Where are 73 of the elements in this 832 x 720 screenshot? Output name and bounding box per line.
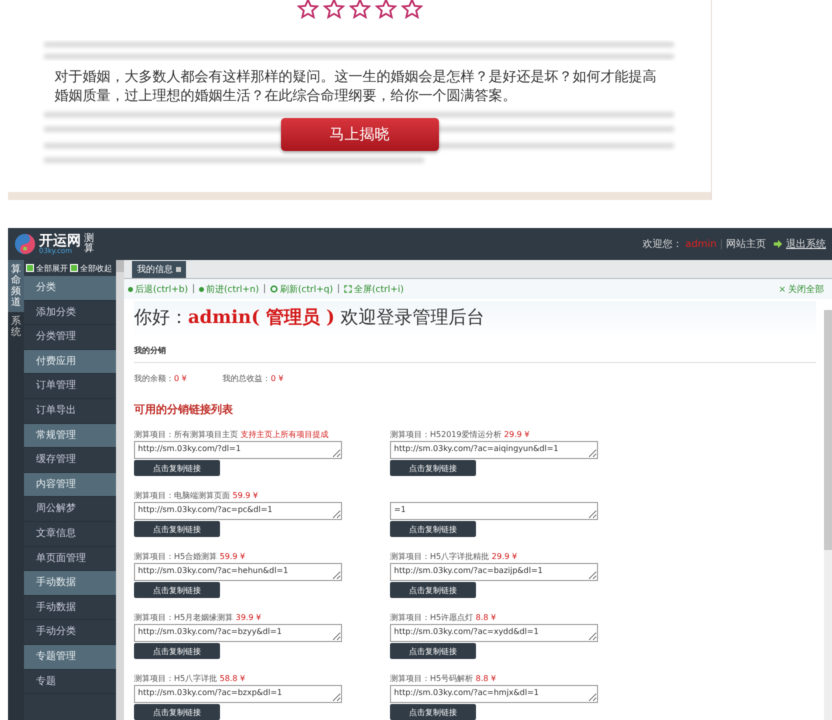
scrollbar[interactable]: [824, 310, 832, 720]
separator-text: |: [336, 284, 340, 294]
copy-link-button[interactable]: 点击复制链接: [134, 704, 220, 720]
back-button[interactable]: 后退(ctrl+b): [128, 282, 188, 296]
menu-group-header[interactable]: 常规管理: [24, 424, 116, 448]
stat-text: 我的总收益：0 ¥: [222, 373, 284, 384]
separator-text: |: [720, 238, 723, 250]
logo-name: 开运网: [39, 234, 81, 248]
menu-group-header[interactable]: 内容管理: [24, 472, 116, 498]
link-field[interactable]: http://sm.03ky.com/?ac=bazijp&dl=1: [390, 563, 598, 581]
swirl-logo-icon: [14, 233, 36, 255]
list-title: 可用的分销链接列表: [134, 402, 234, 418]
menu-group-header[interactable]: 付费应用: [24, 350, 116, 374]
copy-link-button[interactable]: 点击复制链接: [390, 460, 476, 476]
copy-link-button[interactable]: 点击复制链接: [134, 521, 220, 537]
link-field[interactable]: http://sm.03ky.com/?ac=xydd&dl=1: [390, 624, 598, 642]
expand-icon: [26, 264, 34, 272]
circle-icon: [270, 285, 278, 293]
separator-text: |: [192, 284, 196, 294]
copy-link-button[interactable]: 点击复制链接: [390, 582, 476, 598]
project-label: 测算项目：H52019爱情运分析 29.9 ¥: [390, 429, 530, 441]
star-icon: [374, 0, 396, 20]
reveal-button[interactable]: 马上揭晓: [280, 118, 438, 151]
logout-link[interactable]: 退出系统: [786, 237, 826, 251]
copy-link-button[interactable]: 点击复制链接: [390, 643, 476, 659]
project-label: 测算项目：H5许愿点灯 8.8 ¥: [390, 612, 498, 624]
description-text: 对于婚姻，大多数人都会有这样那样的疑问。这一生的婚姻会是怎样？是好还是坏？如何才能提高婚姻质量，过上理想的婚姻生活？在此综合命理纲要，给你一个圆满答案。: [54, 68, 658, 106]
menu-group-header[interactable]: 专题管理: [24, 644, 116, 670]
arrow-icon: [773, 239, 783, 249]
copy-link-button[interactable]: 点击复制链接: [134, 582, 220, 598]
fullscreen-button[interactable]: 全屏(ctrl+i): [344, 282, 404, 296]
star-icon: [322, 0, 344, 20]
expand-all-link[interactable]: 全部展开: [36, 262, 68, 274]
project-label: 测算项目：H5八字详批 58.8 ¥: [134, 673, 246, 685]
link-field[interactable]: http://sm.03ky.com/?ac=bzxp&dl=1: [134, 685, 342, 703]
refresh-button[interactable]: 刷新(ctrl+q): [270, 282, 333, 296]
copy-link-button[interactable]: 点击复制链接: [390, 521, 476, 537]
copy-link-button[interactable]: 点击复制链接: [134, 460, 220, 476]
project-label: 测算项目：H5合婚测算 59.9 ¥: [134, 551, 246, 563]
link-field[interactable]: =1: [390, 502, 598, 520]
collapse-icon: [70, 264, 78, 272]
link-field[interactable]: http://sm.03ky.com/?ac=pc&dl=1: [134, 502, 342, 520]
fullscreen-icon: [344, 285, 352, 293]
separator-text: |: [262, 284, 266, 294]
channel-tab[interactable]: 系统: [8, 312, 24, 342]
close-all-button[interactable]: × 关闭全部: [778, 282, 824, 296]
copy-link-button[interactable]: 点击复制链接: [134, 643, 220, 659]
project-label: 测算项目：所有测算项目主页 支持主页上所有项目提成: [134, 429, 330, 441]
welcome-text: 欢迎您：: [642, 238, 682, 251]
menu-group-header[interactable]: 手动数据: [24, 571, 116, 596]
link-field[interactable]: http://sm.03ky.com/?ac=hehun&dl=1: [134, 563, 342, 581]
project-label: 测算项目：H5八字详批精批 29.9 ¥: [390, 551, 518, 563]
menu-group-header[interactable]: 分类: [24, 276, 116, 301]
copy-link-button[interactable]: 点击复制链接: [390, 704, 476, 720]
project-label: 测算项目：电脑端测算页面 59.9 ¥: [134, 490, 259, 502]
channel-tab[interactable]: 算命频道: [8, 260, 24, 312]
stat-text: 我的余额：0 ¥: [134, 373, 187, 384]
link-field[interactable]: http://sm.03ky.com/?ac=bzyy&dl=1: [134, 624, 342, 642]
forward-button[interactable]: 前进(ctrl+n): [199, 282, 259, 296]
scrollbar[interactable]: [116, 260, 124, 720]
home-link[interactable]: 网站主页: [726, 237, 766, 251]
logo-subtitle: 测算: [84, 234, 94, 254]
collapse-all-link[interactable]: 全部收起: [80, 262, 112, 274]
link-field[interactable]: http://sm.03ky.com/?ac=hmjx&dl=1: [390, 685, 598, 703]
star-icon: [296, 0, 318, 20]
link-field[interactable]: http://sm.03ky.com/?ac=aiqingyun&dl=1: [390, 441, 598, 459]
project-label: 测算项目：H5号码解析 8.8 ¥: [390, 673, 498, 685]
info-tab[interactable]: 我的信息: [132, 261, 186, 278]
star-icon: [348, 0, 370, 20]
link-field[interactable]: http://sm.03ky.com/?dl=1: [134, 441, 342, 459]
star-icon: [400, 0, 422, 20]
section-title: 我的分销: [134, 339, 816, 363]
project-label: 测算项目：H5月老姻缘测算 39.9 ¥: [134, 612, 262, 624]
